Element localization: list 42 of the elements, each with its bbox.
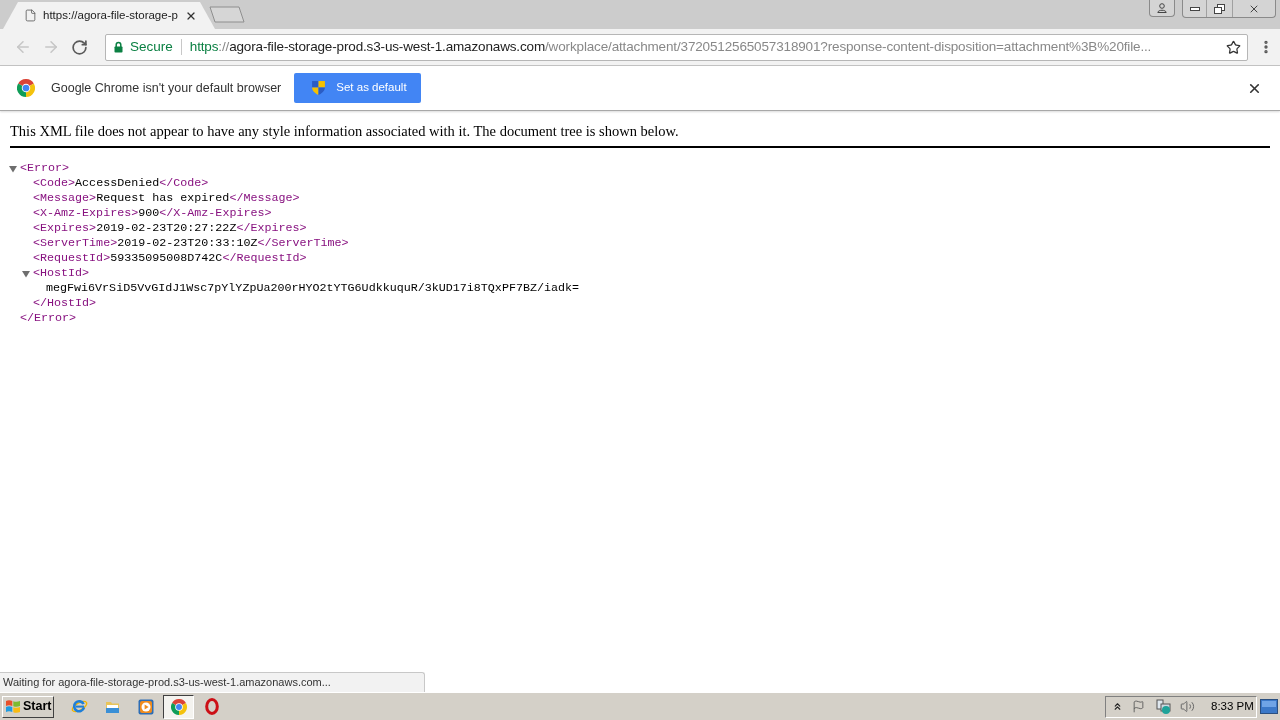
tab-title: https://agora-file-storage-p [43, 7, 178, 23]
infobar-message: Google Chrome isn't your default browser [51, 79, 282, 97]
collapse-triangle-icon[interactable] [22, 269, 30, 278]
shield-icon [311, 80, 327, 96]
windows-flag-icon [5, 699, 21, 714]
xml-element-line: <Message>Request has expired</Message> [33, 189, 300, 207]
taskbar-app-button[interactable] [163, 694, 194, 719]
start-button[interactable]: Start [2, 695, 54, 718]
play-icon [137, 698, 154, 715]
collapse-triangle-icon[interactable] [9, 164, 17, 173]
minimize-icon [1189, 6, 1200, 11]
browser-tab[interactable]: https://agora-file-storage-p [3, 2, 215, 29]
letter-e-icon [71, 698, 88, 715]
reload-button[interactable] [69, 37, 89, 57]
address-bar[interactable]: Secure https://agora-file-storage-prod.s3-us-west-1.amazonaws.com/workplace/attachment/3720512565057318901?response-content-disposition=attachment%3B%20file... [105, 33, 1248, 61]
chrome-icon [170, 698, 187, 715]
xml-element-line: <RequestId>59335095008D742C</RequestId> [33, 249, 307, 267]
bookmark-star-icon[interactable] [1226, 39, 1241, 55]
xml-element-line: <ServerTime>2019-02-23T20:33:10Z</ServerTime> [33, 234, 349, 252]
chrome-logo-icon [17, 79, 35, 97]
user-icon [1157, 3, 1167, 13]
url-text: https://agora-file-storage-prod.s3-us-west-1.amazonaws.com/workplace/attachment/3720512565057318901?response-content-disposition=attachment%3B%20file... [189, 37, 1152, 56]
ring-icon [204, 698, 219, 715]
flag-icon[interactable] [1132, 700, 1145, 713]
profile-button[interactable] [1149, 0, 1175, 17]
restore-icon [1214, 3, 1225, 14]
xml-element-line: <X-Amz-Expires>900</X-Amz-Expires> [33, 204, 272, 222]
page-icon [24, 9, 37, 22]
network-icon[interactable] [1156, 698, 1172, 715]
lock-icon [114, 41, 123, 53]
forward-arrow-icon [42, 38, 60, 56]
set-default-button[interactable]: Set as default [294, 73, 422, 103]
security-label: Secure [130, 37, 173, 56]
reload-icon [70, 38, 88, 56]
show-hidden-icons-icon[interactable] [1112, 701, 1123, 712]
speaker-icon[interactable] [1180, 699, 1195, 714]
folder-icon [105, 699, 120, 714]
xml-notice: This XML file does not appear to have any style information associated with it. The document tree is shown below. [10, 122, 680, 140]
xml-element-line: <Expires>2019-02-23T20:27:22Z</Expires> [33, 219, 307, 237]
clock[interactable]: 8:33 PM [1211, 697, 1254, 716]
status-bubble: Waiting for agora-file-storage-prod.s3-us-west-1.amazonaws.com... [0, 672, 425, 692]
show-desktop-icon[interactable] [1260, 699, 1278, 714]
